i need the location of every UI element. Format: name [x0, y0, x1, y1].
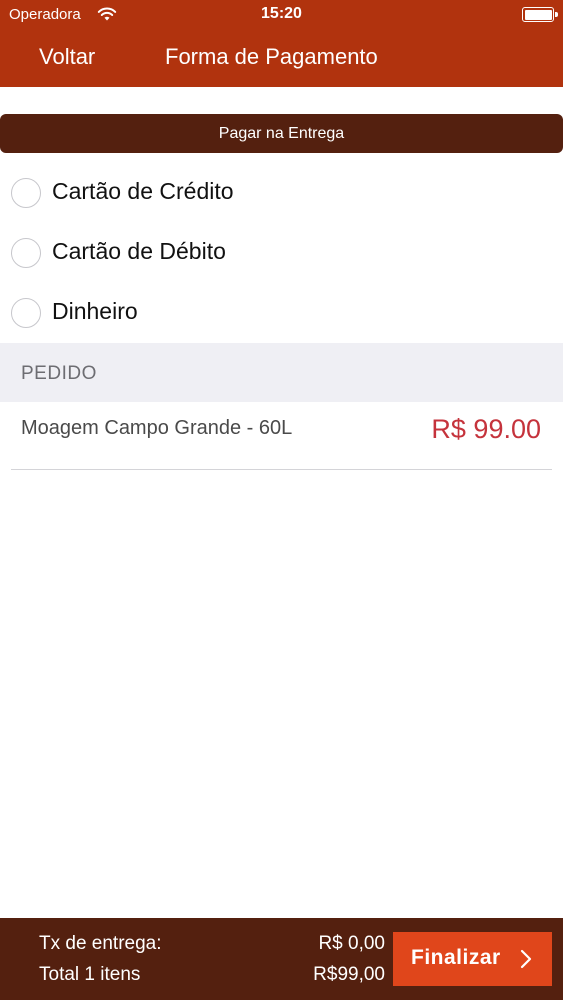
radio-icon[interactable]: [11, 178, 41, 208]
checkout-footer: Tx de entrega: R$ 0,00 Total 1 itens R$9…: [0, 918, 563, 1000]
page-title: Forma de Pagamento: [165, 44, 378, 69]
divider: [11, 469, 552, 470]
status-time: 15:20: [261, 5, 302, 22]
payment-option-label: Cartão de Crédito: [52, 178, 234, 204]
payment-option-label: Cartão de Débito: [52, 238, 226, 264]
order-item: Moagem Campo Grande - 60L R$ 99.00: [0, 402, 563, 470]
delivery-fee-value: R$ 0,00: [318, 933, 385, 954]
order-item-price: R$ 99.00: [431, 414, 541, 444]
finalize-button-label: Finalizar: [411, 946, 501, 969]
order-section-header: PEDIDO: [0, 343, 563, 402]
payment-option-debit-card[interactable]: Cartão de Débito: [0, 225, 563, 281]
navigation-bar: Operadora 15:20 Voltar Forma de Pagament…: [0, 0, 563, 87]
delivery-fee-label: Tx de entrega:: [39, 933, 162, 954]
total-value: R$99,00: [313, 964, 385, 985]
total-label: Total 1 itens: [39, 964, 141, 985]
chevron-right-icon: [520, 949, 532, 969]
payment-option-label: Dinheiro: [52, 298, 138, 324]
payment-option-credit-card[interactable]: Cartão de Crédito: [0, 165, 563, 221]
section-title: PEDIDO: [21, 363, 97, 384]
status-bar: Operadora 15:20: [0, 0, 563, 30]
payment-option-cash[interactable]: Dinheiro: [0, 285, 563, 341]
back-button[interactable]: Voltar: [39, 44, 95, 70]
pay-on-delivery-banner: Pagar na Entrega: [0, 114, 563, 153]
battery-icon: [522, 7, 558, 22]
radio-icon[interactable]: [11, 238, 41, 268]
finalize-button[interactable]: Finalizar: [393, 932, 552, 986]
radio-icon[interactable]: [11, 298, 41, 328]
order-item-name: Moagem Campo Grande - 60L: [21, 417, 293, 439]
